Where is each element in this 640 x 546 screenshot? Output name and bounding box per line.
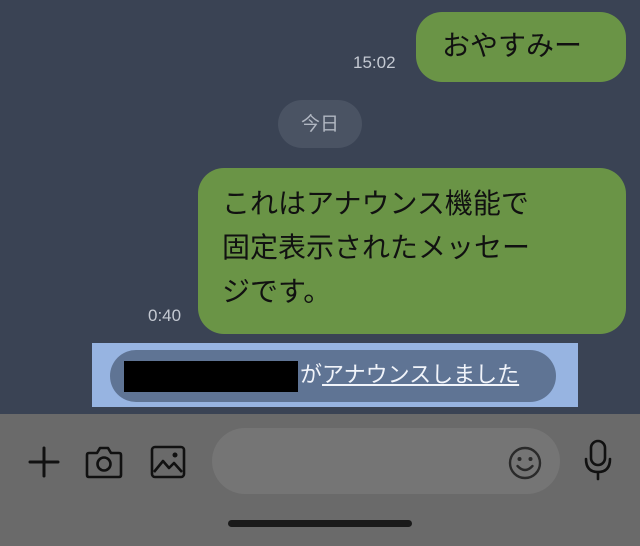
microphone-icon [584,439,612,481]
message-bubble-outgoing[interactable]: これはアナウンス機能で 固定表示されたメッセー ジです。 [198,168,626,334]
message-text: おやすみー [442,29,583,62]
plus-button[interactable] [24,442,64,482]
chat-area[interactable]: おやすみー 15:02 今日 これはアナウンス機能で 固定表示されたメッセー ジ… [0,0,640,414]
message-timestamp: 15:02 [353,53,396,72]
redacted-username [124,361,298,392]
message-bubble-outgoing[interactable]: おやすみー [416,12,626,82]
message-text-line: ジです。 [222,275,332,308]
plus-icon [28,446,60,478]
camera-button[interactable] [84,442,124,482]
date-separator: 今日 [278,100,362,148]
message-timestamp: 0:40 [148,306,182,325]
announcement-link[interactable]: アナウンスしました [322,363,519,388]
announcement-prefix: が [300,363,323,388]
announcement-pill[interactable]: がアナウンスしました [110,350,556,402]
announcement-text: がアナウンスしました [300,360,519,392]
message-text-line: 固定表示されたメッセー [222,231,531,264]
announcement-banner: がアナウンスしました [92,343,578,407]
home-indicator[interactable] [228,520,412,527]
image-button[interactable] [148,442,188,482]
emoji-icon [508,446,542,480]
emoji-button[interactable] [506,444,544,482]
camera-icon [85,446,123,479]
microphone-button[interactable] [578,439,618,481]
image-icon [150,445,186,479]
message-text-line: これはアナウンス機能で [222,187,529,220]
